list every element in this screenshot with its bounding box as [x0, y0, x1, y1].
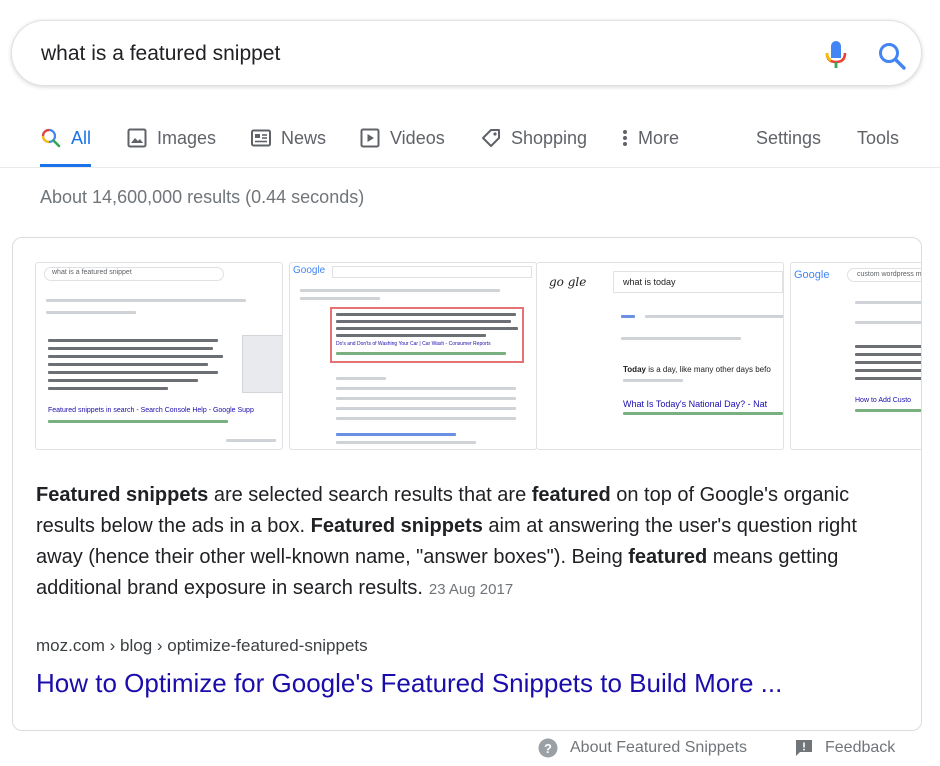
- search-input[interactable]: what is a featured snippet: [41, 42, 280, 66]
- tab-label: Images: [157, 127, 217, 148]
- thumbnail-logo: Google: [794, 269, 830, 281]
- thumbnail-caption: What Is Today's National Day? - Nat: [623, 399, 768, 409]
- help-circle-icon: ?: [538, 738, 558, 758]
- feedback-icon: [796, 740, 812, 756]
- tab-label: Shopping: [511, 127, 588, 148]
- mic-icon[interactable]: [822, 40, 850, 70]
- tab-tools[interactable]: Tools: [857, 123, 899, 153]
- tab-news[interactable]: News: [250, 123, 326, 153]
- snippet-bold-term: featured: [628, 546, 708, 568]
- thumbnail-caption: Do's and Don'ts of Washing Your Car | Ca…: [336, 341, 491, 347]
- thumbnail-logo: Google: [293, 265, 326, 276]
- thumbnail-query: custom wordpress m: [857, 271, 922, 278]
- thumbnail-result: Today is a day, like many other days bef…: [623, 365, 771, 374]
- result-stats: About 14,600,000 results (0.44 seconds): [40, 187, 365, 207]
- tab-all[interactable]: All: [40, 123, 92, 167]
- snippet-bold-term: Featured snippets: [310, 515, 483, 537]
- thumbnail-caption: How to Add Custo: [855, 397, 912, 404]
- tab-label: Videos: [390, 127, 445, 148]
- snippet-date: 23 Aug 2017: [428, 581, 514, 598]
- snippet-text-run: are selected search results that are: [208, 484, 532, 506]
- tab-images[interactable]: Images: [126, 123, 216, 153]
- tab-shopping[interactable]: Shopping: [480, 123, 587, 153]
- thumbnail-caption: Featured snippets in search - Search Con…: [48, 407, 254, 414]
- featured-snippet-card: what is a featured snippet Featured snip…: [12, 237, 922, 731]
- search-icon[interactable]: [877, 41, 907, 71]
- search-box[interactable]: what is a featured snippet: [11, 20, 922, 86]
- search-tabs: All Images News Videos Shopping More Set…: [0, 112, 940, 168]
- breadcrumb: moz.com › blog › optimize-featured-snipp…: [36, 636, 368, 655]
- result-title-link[interactable]: How to Optimize for Google's Featured Sn…: [36, 668, 782, 699]
- news-icon: [251, 129, 271, 147]
- tab-videos[interactable]: Videos: [359, 123, 445, 153]
- tab-more[interactable]: More: [620, 123, 679, 153]
- snippet-text: Featured snippets are selected search re…: [36, 480, 906, 605]
- snippet-bold-term: Featured snippets: [36, 484, 209, 506]
- tag-icon: [482, 129, 500, 147]
- tab-label: More: [638, 127, 680, 148]
- thumbnail-image[interactable]: go gle what is today Today is a day, lik…: [536, 262, 784, 450]
- image-icon: [127, 128, 147, 148]
- tab-label: Settings: [756, 127, 822, 148]
- tab-label: All: [71, 127, 92, 148]
- thumbnail-logo: go gle: [549, 275, 587, 289]
- tab-label: Tools: [857, 127, 900, 148]
- image-carousel: what is a featured snippet Featured snip…: [35, 262, 922, 450]
- thumbnail-image[interactable]: Google custom wordpress m How to Add Cus…: [790, 262, 922, 450]
- tab-label: News: [281, 127, 327, 148]
- thumbnail-query: what is a featured snippet: [52, 269, 132, 276]
- search-icon: [41, 128, 61, 148]
- feedback-label: Feedback: [825, 739, 896, 756]
- about-label: About Featured Snippets: [570, 739, 748, 756]
- feedback-link[interactable]: Feedback: [795, 736, 895, 760]
- more-vert-icon: [623, 130, 627, 146]
- about-featured-snippets-link[interactable]: ? About Featured Snippets: [538, 736, 747, 760]
- thumbnail-query: what is today: [623, 277, 676, 287]
- thumbnail-image[interactable]: what is a featured snippet Featured snip…: [35, 262, 283, 450]
- play-icon: [360, 128, 380, 148]
- snippet-bold-term: featured: [531, 484, 611, 506]
- svg-text:?: ?: [544, 741, 552, 756]
- thumbnail-image[interactable]: Google Do's and Don'ts of Washing Your C…: [289, 262, 537, 450]
- tab-settings[interactable]: Settings: [756, 123, 821, 153]
